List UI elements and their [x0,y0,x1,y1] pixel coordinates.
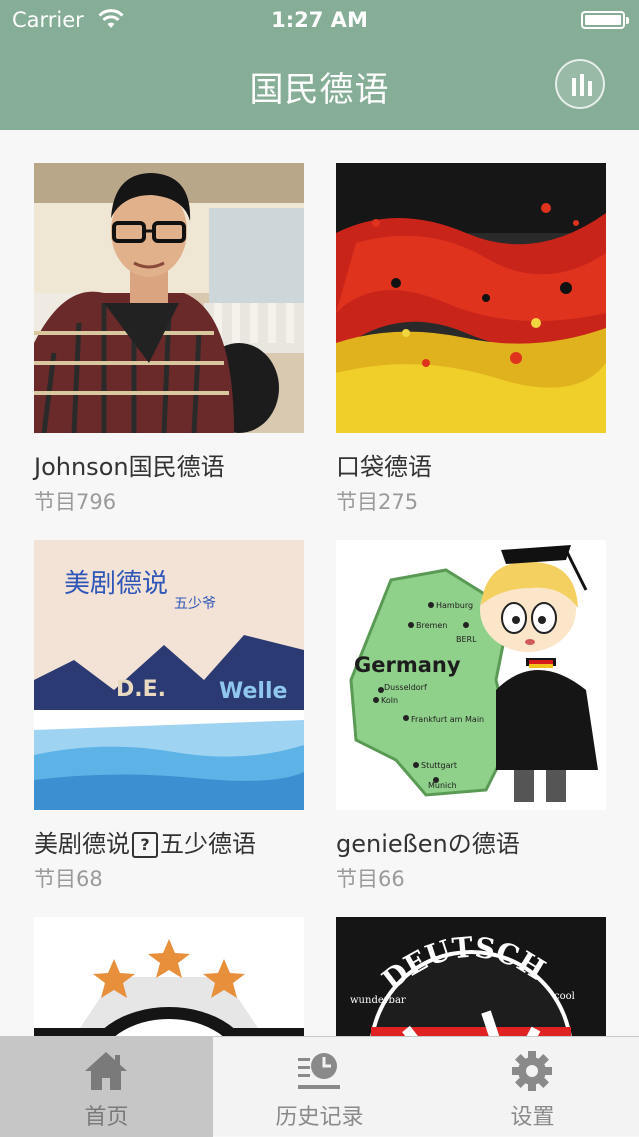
tab-label: 首页 [84,1105,129,1130]
unknown-glyph-icon: ? [132,832,158,858]
program-thumbnail: DEUTSCH wunderbar cool [336,917,606,1036]
program-card-pocket-german[interactable]: 口袋德语 节目275 [336,163,606,516]
tab-history[interactable]: 历史记录 [213,1037,426,1137]
badge-right-label: cool [554,991,575,1002]
map-city-label: BERL [456,635,477,644]
status-time: 1:27 AM [271,8,368,32]
program-title: 美剧德说? 五少德语 [34,830,256,858]
program-card-johnson[interactable]: Johnson国民德语 节目796 [34,163,304,516]
program-thumbnail: 美剧德说 五少爷 D.E. Welle [34,540,304,810]
episode-count: 节目66 [336,867,405,891]
tab-label: 设置 [510,1105,555,1130]
gear-icon [512,1051,552,1091]
map-city-label: Hamburg [436,601,473,610]
tab-settings[interactable]: 设置 [426,1037,639,1137]
badge-left-label: wunderbar [350,995,406,1006]
map-city-label: Bremen [416,621,447,630]
thumbnail-signature: 五少爷 [174,596,216,612]
map-city-label: Stuttgart [421,761,457,770]
map-country-label: Germany [354,653,461,677]
thumbnail-heading: 美剧德说 [64,569,168,599]
program-title: Johnson国民德语 [34,453,225,481]
map-city-label: Dusseldorf [384,683,427,692]
map-city-label: Frankfurt am Main [411,715,484,724]
episode-count: 节目68 [34,867,103,891]
map-city-label: Munich [428,781,457,790]
program-card-stars[interactable] [34,917,304,1036]
battery-icon [581,11,629,29]
program-title: genießenの德语 [336,830,520,858]
program-thumbnail [336,163,606,433]
tab-label: 历史记录 [275,1105,364,1130]
program-thumbnail: Hamburg Bremen BERL Dusseldorf Koln Fran… [336,540,606,810]
program-grid: Johnson国民德语 节目796 口袋德语 节目275 美剧德说 五少爷 D.… [0,130,639,1036]
program-card-tv-german[interactable]: 美剧德说 五少爷 D.E. Welle 美剧德说? 五少德语 节目68 [34,540,304,893]
episode-count: 节目796 [34,490,117,514]
navigation-header: Carrier 1:27 AM 国民德语 [0,0,639,130]
program-card-deutsch[interactable]: DEUTSCH wunderbar cool [336,917,606,1036]
thumbnail-de: D.E. [116,677,166,702]
program-thumbnail [34,163,304,433]
episode-count: 节目275 [336,490,419,514]
status-bar: Carrier 1:27 AM [0,0,639,42]
map-city-label: Koln [381,696,398,705]
program-title: 口袋德语 [336,453,432,481]
audio-bars-icon [572,74,592,96]
history-clock-icon [298,1053,340,1089]
home-icon [85,1052,127,1090]
thumbnail-welle: Welle [219,679,287,704]
page-title: 国民德语 [249,70,390,110]
program-thumbnail [34,917,304,1036]
tab-bar: 首页 历史记录 设置 [0,1036,639,1137]
now-playing-button[interactable] [555,59,605,109]
tab-home[interactable]: 首页 [0,1037,213,1137]
program-card-geniessen[interactable]: Hamburg Bremen BERL Dusseldorf Koln Fran… [336,540,606,893]
